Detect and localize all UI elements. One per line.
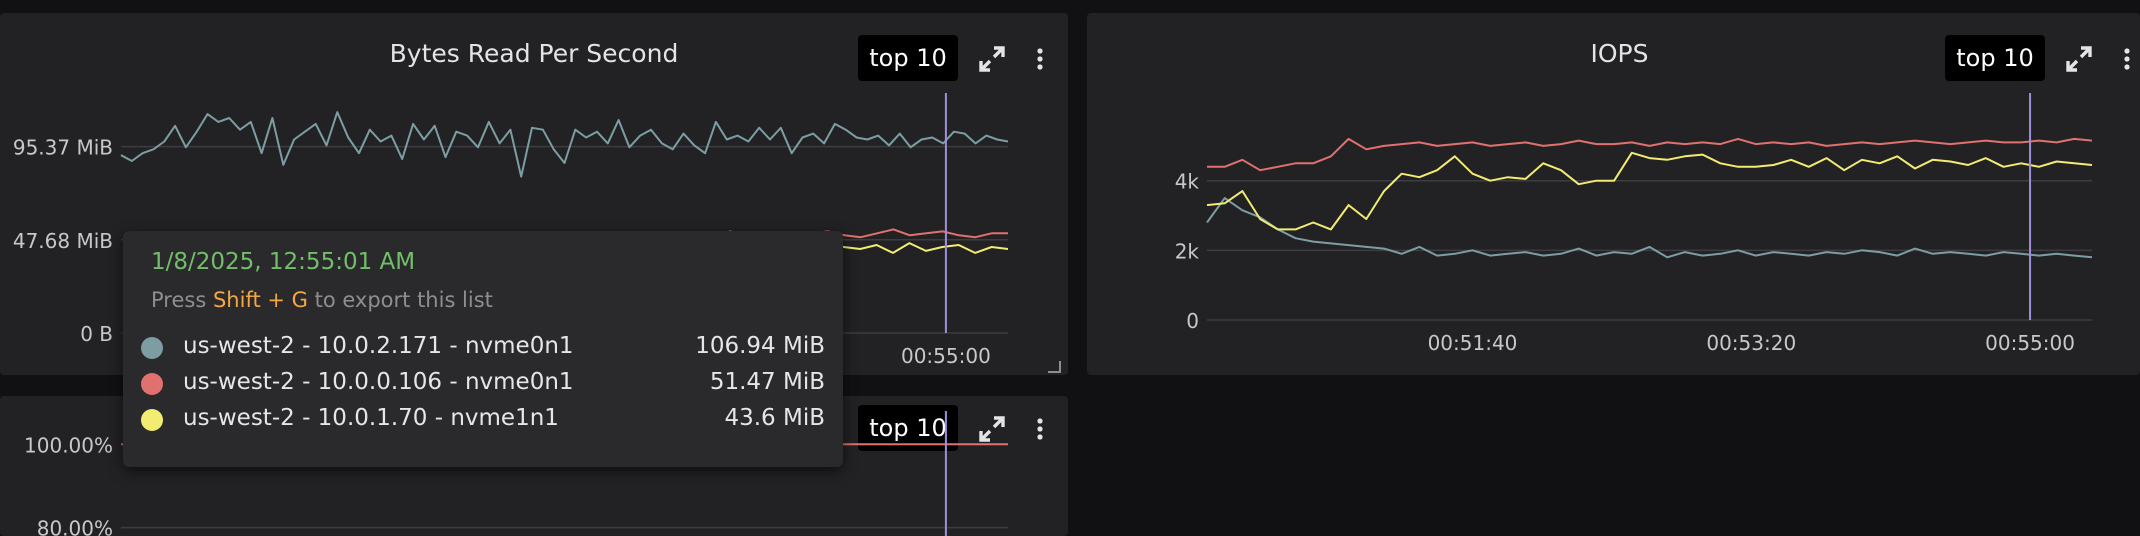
tooltip-row: us-west-2 - 10.0.2.171 - nvme0n1 106.94 … [141, 330, 825, 366]
x-tick-label: 00:55:00 [1985, 331, 2075, 355]
x-tick-label: 00:55:00 [901, 344, 991, 368]
y-tick-label: 95.37 MiB [13, 136, 113, 160]
iops-chart: 0 2k 4k 00:51:40 00:53:20 00:55:00 [1175, 93, 2093, 355]
y-tick-label: 4k [1175, 170, 1200, 194]
series-name: us-west-2 - 10.0.1.70 - nvme1n1 [183, 405, 559, 431]
export-hint-press: Press [151, 288, 207, 312]
series-color-dot [141, 373, 163, 395]
resize-handle-icon[interactable] [1046, 360, 1062, 374]
export-hint: Press Shift + G to export this list [151, 288, 493, 312]
tooltip-row: us-west-2 - 10.0.1.70 - nvme1n1 43.6 MiB [141, 402, 825, 438]
hover-tooltip: 1/8/2025, 12:55:01 AM Press Shift + G to… [123, 231, 843, 467]
series-color-dot [141, 409, 163, 431]
x-tick-label: 00:51:40 [1428, 331, 1518, 355]
y-tick-label: 100.00% [24, 433, 113, 457]
y-tick-label: 0 [1186, 309, 1199, 333]
series-value: 43.6 MiB [724, 405, 825, 431]
series-name: us-west-2 - 10.0.0.106 - nvme0n1 [183, 369, 574, 395]
export-hint-rest: to export this list [314, 288, 493, 312]
y-tick-label: 2k [1175, 239, 1200, 263]
series-value: 106.94 MiB [695, 333, 825, 359]
export-shortcut: Shift + G [212, 288, 308, 312]
series-line [1207, 137, 2093, 172]
series-line [1206, 197, 2093, 259]
y-tick-label: 80.00% [37, 517, 113, 536]
tooltip-row: us-west-2 - 10.0.0.106 - nvme0n1 51.47 M… [141, 366, 825, 402]
tooltip-timestamp: 1/8/2025, 12:55:01 AM [151, 249, 416, 275]
y-tick-label: 47.68 MiB [13, 229, 113, 253]
x-tick-label: 00:53:20 [1706, 331, 1796, 355]
series-line [1206, 151, 2093, 231]
series-value: 51.47 MiB [709, 369, 825, 395]
iops-panel: IOPS top 10 0 2k 4k 00:51:40 00:53:20 00:55:0… [1087, 13, 2140, 375]
series-name: us-west-2 - 10.0.2.171 - nvme0n1 [183, 333, 574, 359]
series-color-dot [141, 337, 163, 359]
series-line [120, 111, 1009, 178]
y-tick-label: 0 B [80, 322, 113, 346]
